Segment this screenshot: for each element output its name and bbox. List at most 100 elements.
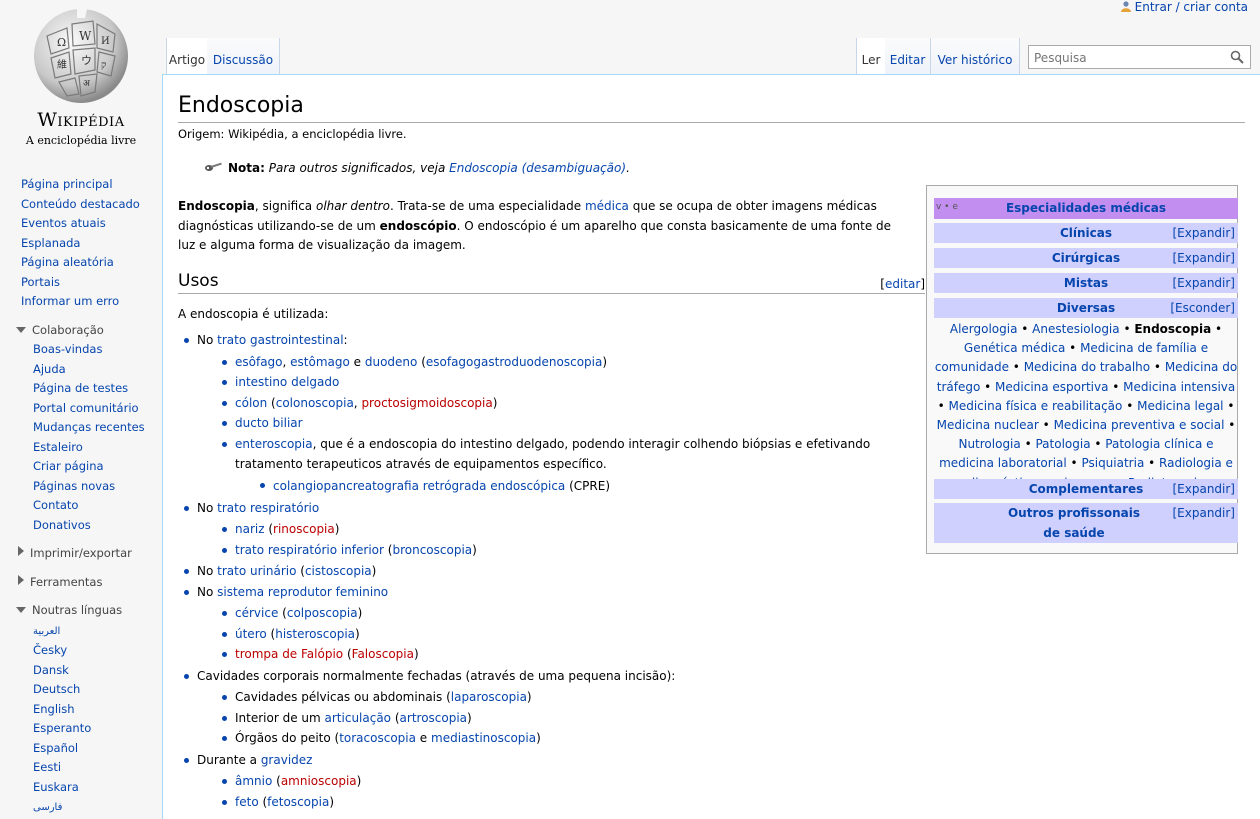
separator: • [1122, 398, 1138, 413]
sidebar-item-donate[interactable]: Donativos [33, 518, 91, 532]
tab-history[interactable]: Ver histórico [931, 38, 1020, 74]
logo[interactable]: Ω W И 維 ウ ק अ Wikipédia A enciclopédia l… [0, 0, 162, 160]
list-item: Órgãos do peito (toracoscopia e mediasti… [216, 728, 918, 749]
sidebar-item-help[interactable]: Ajuda [33, 362, 66, 376]
navbox-diversas-list: Alergologia • Anestesiologia • Endoscopi… [934, 320, 1238, 493]
sidebar-item-report-error[interactable]: Informar um erro [21, 294, 119, 308]
chevron-right-icon [18, 546, 24, 556]
hide-toggle[interactable]: [Esconder] [1170, 301, 1235, 315]
collab-list: Boas-vindas Ajuda Página de testes Porta… [0, 340, 162, 535]
navbox-link[interactable]: Psiquiatria [1081, 456, 1144, 470]
sidebar-item-recent-changes[interactable]: Mudanças recentes [33, 420, 145, 434]
sidebar-main-nav: Página principal Conteúdo destacado Even… [0, 175, 162, 312]
expand-toggle[interactable]: [Expandir] [1172, 482, 1235, 496]
page-title: Endoscopia [178, 91, 1245, 123]
sidebar-item-shipyard[interactable]: Estaleiro [33, 440, 83, 454]
navbox-link[interactable]: Nutrologia [958, 437, 1020, 451]
expand-toggle[interactable]: [Expandir] [1172, 506, 1235, 520]
list-item: útero (histeroscopia) [216, 624, 918, 645]
list-item: Durante a gravidez âmnio (amnioscopia) f… [178, 750, 918, 813]
expand-toggle[interactable]: [Expandir] [1172, 276, 1235, 290]
sidebar-item-featured[interactable]: Conteúdo destacado [21, 197, 140, 211]
list-item: colangiopancreatografia retrógrada endos… [254, 475, 918, 497]
lang-fa[interactable]: فارسی [33, 802, 62, 813]
separator: • [1090, 437, 1106, 452]
navbox-link[interactable]: Anestesiologia [1032, 322, 1119, 336]
tool-icon [205, 162, 222, 171]
navbox-link[interactable]: Medicina legal [1137, 399, 1223, 413]
chevron-right-icon [18, 574, 24, 585]
lang-et[interactable]: Eesti [33, 760, 61, 774]
navbox-link[interactable]: Medicina do trabalho [1024, 360, 1150, 374]
sidebar-item-esplanada[interactable]: Esplanada [21, 236, 80, 250]
navbox-link[interactable]: Patologia [1035, 437, 1090, 451]
sidebar-item-main-page[interactable]: Página principal [21, 177, 113, 191]
link-gi[interactable]: trato gastrointestinal [217, 333, 343, 347]
tab-read[interactable]: Ler [856, 38, 886, 74]
sidebar-item-community-portal[interactable]: Portal comunitário [33, 401, 139, 415]
sidebar-item-contact[interactable]: Contato [33, 498, 78, 512]
tab-discussion[interactable]: Discussão [207, 38, 280, 74]
tab-edit[interactable]: Editar [885, 38, 931, 74]
navbox-link[interactable]: Alergologia [950, 322, 1018, 336]
sidebar-item-current-events[interactable]: Eventos atuais [21, 216, 106, 230]
sidebar-item-sandbox[interactable]: Página de testes [33, 381, 128, 395]
svg-text:ウ: ウ [81, 54, 92, 67]
tools-header[interactable]: Ferramentas [0, 573, 162, 593]
sidebar: Página principal Conteúdo destacado Even… [0, 170, 162, 818]
separator: • [1038, 418, 1054, 433]
search-input[interactable] [1032, 47, 1226, 69]
navbox-link[interactable]: Medicina física e reabilitação [948, 399, 1122, 413]
lang-eu[interactable]: Euskara [33, 780, 79, 794]
logo-tagline: A enciclopédia livre [25, 134, 137, 147]
navbox-link[interactable]: Medicina esportiva [995, 380, 1108, 394]
usos-intro: A endoscopia é utilizada: [178, 307, 329, 321]
lang-cs[interactable]: Česky [33, 643, 67, 657]
chevron-down-icon [16, 607, 26, 613]
disambiguation-link[interactable]: Endoscopia (desambiguação) [449, 161, 626, 175]
sidebar-item-welcome[interactable]: Boas-vindas [33, 342, 102, 356]
navbox-group-complementares: Complementares [Expandir] [934, 479, 1238, 499]
sidebar-item-new-pages[interactable]: Páginas novas [33, 479, 115, 493]
lang-es[interactable]: Español [33, 741, 78, 755]
list-item: âmnio (amnioscopia) [216, 771, 918, 792]
navbox-title-bar: v • e Especialidades médicas [934, 198, 1238, 219]
search-icon[interactable] [1230, 50, 1244, 64]
navbox-group-cirurgicas: Cirúrgicas [Expandir] [934, 248, 1238, 268]
site-subtitle: Origem: Wikipédia, a enciclopédia livre. [178, 127, 407, 141]
list-item: intestino delgado [216, 372, 918, 393]
lang-en[interactable]: English [33, 702, 75, 716]
tab-article[interactable]: Artigo [166, 38, 208, 74]
list-item: Interior de um articulação (artroscopia) [216, 708, 918, 729]
section-edit-link[interactable]: [editar] [880, 272, 925, 296]
separator: • [1020, 437, 1036, 452]
list-item: No trato urinário (cistoscopia) [178, 561, 918, 582]
expand-toggle[interactable]: [Expandir] [1172, 251, 1235, 265]
lang-ar[interactable]: العربية [33, 626, 60, 637]
separator: • [1108, 379, 1124, 394]
expand-toggle[interactable]: [Expandir] [1172, 226, 1235, 240]
lang-de[interactable]: Deutsch [33, 682, 80, 696]
separator: • [937, 398, 949, 413]
intro-paragraph: Endoscopia, significa olhar dentro. Trat… [178, 199, 892, 252]
sidebar-item-create-page[interactable]: Criar página [33, 459, 104, 473]
navbox-link[interactable]: Medicina nuclear [937, 418, 1039, 432]
languages-header[interactable]: Noutras línguas [0, 601, 162, 621]
sidebar-item-random[interactable]: Página aleatória [21, 255, 114, 269]
lang-eo[interactable]: Esperanto [33, 721, 91, 735]
navbox-link[interactable]: Genética médica [964, 341, 1065, 355]
print-export-header[interactable]: Imprimir/exportar [0, 544, 162, 564]
lang-da[interactable]: Dansk [33, 663, 69, 677]
svg-text:अ: अ [83, 79, 91, 89]
list-item: trompa de Falópio (Faloscopia) [216, 644, 918, 665]
separator: • [1008, 360, 1024, 375]
collab-header[interactable]: Colaboração [0, 321, 162, 341]
navbox-link[interactable]: Medicina preventiva e social [1054, 418, 1225, 432]
navbox-group-outros: Outros profissonais de saúde [Expandir] [934, 503, 1238, 543]
navbox-title[interactable]: Especialidades médicas [934, 201, 1238, 215]
list-item: nariz (rinoscopia) [216, 519, 918, 540]
link-medica[interactable]: médica [585, 199, 629, 213]
sidebar-item-portals[interactable]: Portais [21, 275, 60, 289]
separator: • [1224, 418, 1236, 433]
navbox-link[interactable]: Medicina intensiva [1123, 380, 1235, 394]
